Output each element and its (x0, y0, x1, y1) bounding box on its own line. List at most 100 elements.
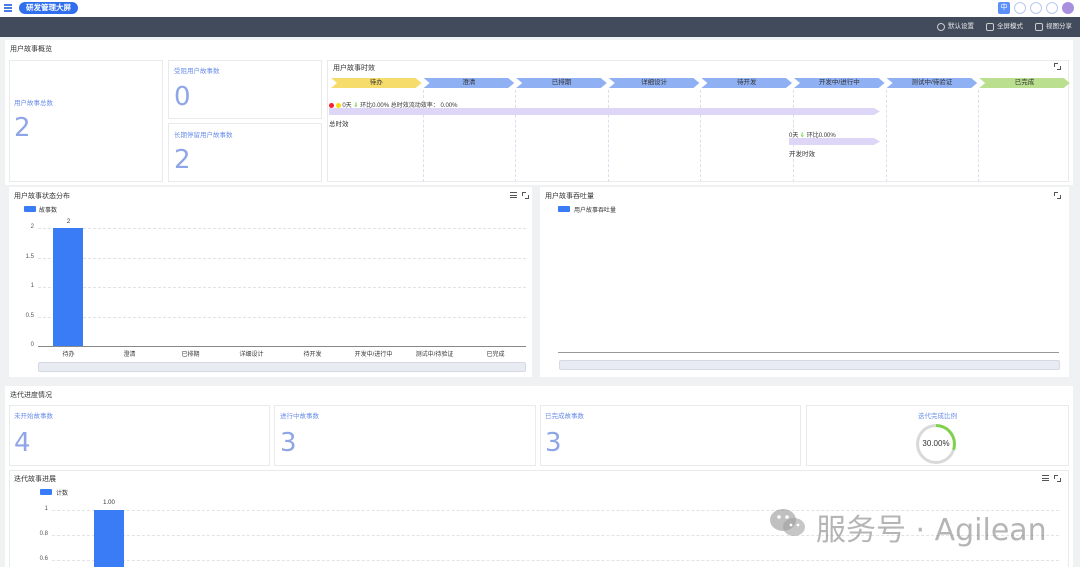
y-tick-label: 1 (44, 506, 48, 512)
expand-icon[interactable] (522, 192, 529, 199)
in-progress-value: 3 (280, 428, 297, 458)
legend-swatch (40, 489, 52, 495)
y-tick-label: 2 (30, 224, 34, 230)
wechat-logo-icon (770, 509, 805, 536)
gridline (38, 228, 526, 229)
dev-duration-bar (789, 138, 880, 145)
phase-chip[interactable]: 已完成 (979, 78, 1070, 88)
bar-待办[interactable] (53, 228, 83, 346)
x-tick-label: 待办 (62, 352, 75, 358)
not-started-value: 4 (14, 428, 31, 458)
phase-chip[interactable]: 已排期 (516, 78, 607, 88)
x-axis (38, 346, 526, 347)
throughput-legend-label[interactable]: 用户故事吞吐量 (574, 205, 616, 214)
x-tick-label: 详细设计 (239, 352, 264, 358)
total-stories-value: 2 (14, 113, 31, 143)
phase-chip[interactable]: 澄清 (424, 78, 515, 88)
total-duration-bar (329, 108, 880, 115)
blocked-stories-value: 0 (174, 82, 191, 112)
status-legend-label[interactable]: 故事数 (39, 205, 57, 214)
expand-icon[interactable] (1054, 192, 1061, 199)
gridline (38, 257, 526, 259)
fullscreen-button[interactable]: 全屏模式 (986, 17, 1023, 37)
expand-icon[interactable] (1054, 63, 1061, 70)
bar-count[interactable] (94, 510, 124, 567)
legend-swatch (558, 206, 570, 212)
overview-title: 用户故事概览 (10, 46, 52, 53)
iteration-title: 迭代进度情况 (10, 392, 52, 399)
legend-swatch (24, 206, 36, 212)
timeline-title: 用户故事时效 (333, 65, 375, 72)
ratio-label: 迭代完成比例 (918, 413, 957, 420)
throughput-zoom-slider[interactable] (559, 360, 1060, 370)
phase-divider (700, 90, 702, 182)
done-label: 已完成故事数 (545, 413, 584, 420)
share-view-button[interactable]: 视图分享 (1035, 17, 1072, 37)
not-started-label: 未开始故事数 (14, 413, 53, 420)
expand-icon[interactable] (1054, 475, 1061, 482)
y-tick-label: 0.5 (25, 312, 34, 319)
status-zoom-slider[interactable] (38, 362, 526, 372)
in-progress-label: 进行中故事数 (280, 413, 319, 420)
settings-icon (937, 23, 945, 31)
filter-icon[interactable] (1042, 475, 1049, 482)
data-label: 2 (66, 219, 71, 225)
x-tick-label: 测试中/待验证 (415, 352, 454, 358)
phase-chip[interactable]: 开发中/进行中 (794, 78, 885, 88)
progress-legend-label[interactable]: 计数 (56, 488, 68, 497)
throughput-chart-card (540, 187, 1069, 377)
gridline (38, 287, 526, 288)
throughput-chart-title: 用户故事吞吐量 (545, 193, 594, 200)
share-icon (1035, 23, 1043, 31)
top-bar: 研发管理大屏 中 (0, 0, 1080, 17)
total-stories-label: 用户故事总数 (14, 100, 53, 107)
x-tick-label: 已排期 (181, 352, 200, 358)
y-tick-label: 0.8 (39, 531, 48, 537)
dev-stats-row: 0天 ⇩ 环比0.00% (789, 130, 836, 139)
status-dot-red (329, 102, 334, 108)
y-tick-label: 1 (30, 283, 34, 289)
dev-duration-label: 开发时效 (789, 151, 815, 158)
completion-ring: 30.00% (916, 424, 956, 464)
progress-chart-title: 迭代故事进展 (14, 476, 56, 483)
y-tick-label: 1.5 (25, 253, 34, 260)
gridline (38, 316, 526, 318)
toolbar: 默认设置 全屏模式 视图分享 (0, 17, 1080, 37)
filter-icon[interactable] (510, 192, 517, 199)
total-stories-card (9, 60, 163, 182)
status-dot-yellow (335, 102, 341, 108)
phase-divider (978, 90, 980, 182)
throughput-axis (558, 352, 1059, 353)
stale-stories-value: 2 (174, 145, 191, 175)
completion-ratio-value: 30.00% (919, 427, 953, 461)
phase-chip[interactable]: 待办 (331, 78, 422, 88)
gridline (52, 560, 1059, 561)
language-toggle[interactable]: 中 (998, 2, 1010, 14)
user-circle-icon[interactable] (1030, 2, 1042, 14)
x-tick-label: 开发中/进行中 (354, 352, 393, 358)
y-tick-label: 0.6 (39, 556, 48, 562)
phase-divider (515, 90, 517, 182)
stale-stories-label: 长期停留用户故事数 (174, 132, 233, 139)
headset-icon[interactable] (1014, 2, 1026, 14)
watermark: 服务号 · Agilean (816, 513, 1047, 548)
menu-icon[interactable] (4, 4, 12, 12)
app-title[interactable]: 研发管理大屏 (19, 2, 78, 14)
phase-divider (885, 90, 887, 182)
chat-icon[interactable] (1046, 2, 1058, 14)
phase-chip[interactable]: 详细设计 (609, 78, 700, 88)
status-chart-title: 用户故事状态分布 (14, 193, 70, 200)
x-tick-label: 已完成 (486, 352, 505, 358)
total-duration-label: 总时效 (329, 121, 349, 128)
blocked-stories-label: 受阻用户故事数 (174, 68, 220, 75)
phase-chip[interactable]: 测试中/待验证 (887, 78, 978, 88)
x-tick-label: 澄清 (123, 352, 136, 358)
phase-chip[interactable]: 待开发 (701, 78, 792, 88)
data-label: 1.00 (103, 500, 115, 506)
top-right-tools: 中 (998, 2, 1074, 14)
x-tick-label: 待开发 (303, 352, 322, 358)
y-tick-label: 0 (30, 342, 34, 348)
avatar[interactable] (1062, 2, 1074, 14)
total-stats-row: 0天 ⇩ 环比0.00% 总时效流动效率： 0.00% (329, 100, 457, 109)
default-settings-button[interactable]: 默认设置 (937, 17, 974, 37)
